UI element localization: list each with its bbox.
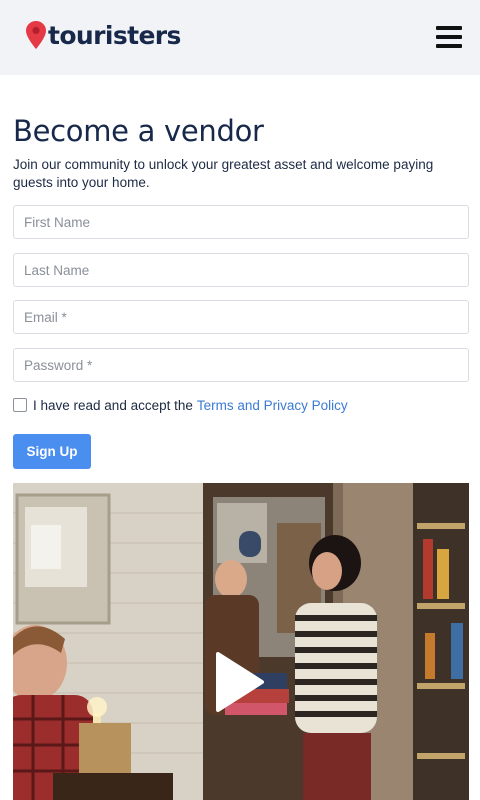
promo-video[interactable] [13, 483, 469, 800]
map-pin-icon [26, 21, 46, 49]
hamburger-menu-icon[interactable] [436, 26, 462, 48]
first-name-input[interactable] [13, 205, 469, 239]
terms-label: I have read and accept the [33, 397, 193, 413]
email-input[interactable] [13, 300, 469, 334]
sign-up-button[interactable]: Sign Up [13, 434, 91, 469]
terms-row: I have read and accept the Terms and Pri… [13, 397, 348, 413]
page-subtitle: Join our community to unlock your greate… [13, 157, 434, 190]
play-icon[interactable] [214, 651, 266, 713]
page-title: Become a vendor [13, 114, 264, 148]
terms-privacy-link[interactable]: Terms and Privacy Policy [197, 398, 348, 413]
terms-checkbox[interactable] [13, 398, 27, 412]
brand-name: touristers [48, 20, 181, 50]
video-thumbnail [13, 483, 469, 800]
password-input[interactable] [13, 348, 469, 382]
brand-logo[interactable]: touristers [26, 19, 181, 51]
site-header: touristers [0, 0, 480, 75]
last-name-input[interactable] [13, 253, 469, 287]
